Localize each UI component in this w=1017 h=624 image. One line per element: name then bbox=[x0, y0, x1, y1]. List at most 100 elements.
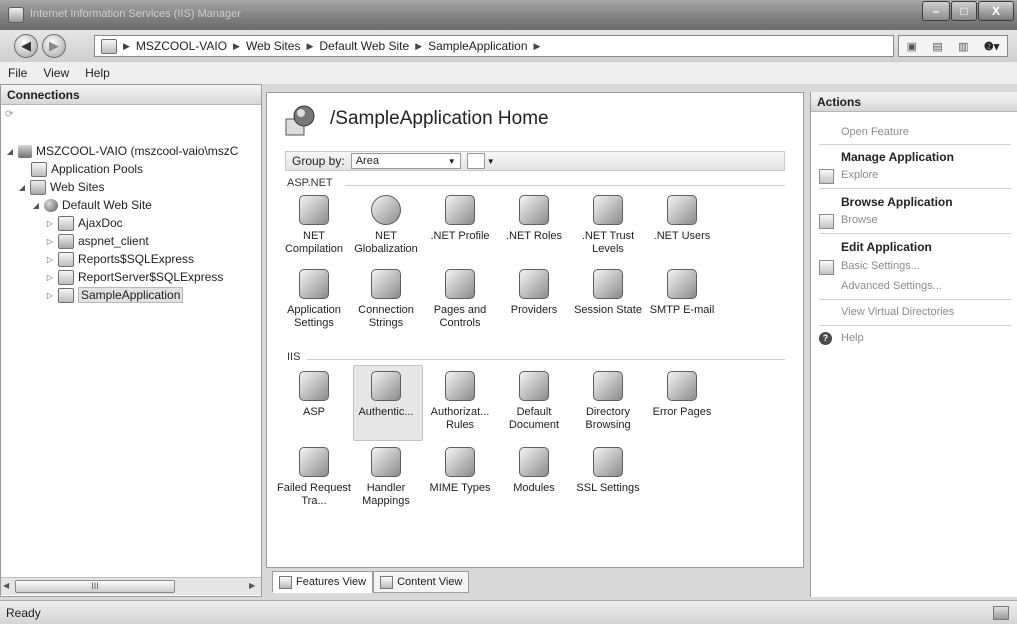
menu-help[interactable]: Help bbox=[85, 66, 110, 80]
connect-icon[interactable]: ⟳ bbox=[5, 109, 19, 121]
menu-view[interactable]: View bbox=[43, 66, 69, 80]
tree-item-ajaxdoc[interactable]: ▷ AjaxDoc bbox=[45, 215, 123, 231]
globe-icon bbox=[44, 198, 58, 212]
feature-net-globalization[interactable]: NET Globalization bbox=[349, 195, 423, 256]
collapse-icon[interactable]: ◢ bbox=[31, 201, 41, 210]
tree-item-aspnet-client[interactable]: ▷ aspnet_client bbox=[45, 233, 149, 249]
action-advanced-settings[interactable]: Advanced Settings... bbox=[841, 280, 942, 292]
tree-item-reportserver[interactable]: ▷ ReportServer$SQLExpress bbox=[45, 269, 223, 285]
forward-button[interactable]: ▶ bbox=[42, 34, 66, 58]
app-pool-icon bbox=[31, 161, 47, 177]
tree-item-server[interactable]: ◢ MSZCOOL-VAIO (mszcool-vaio\mszC bbox=[5, 143, 239, 159]
address-bar[interactable]: ▶ MSZCOOL-VAIO ▶ Web Sites ▶ Default Web… bbox=[94, 35, 894, 57]
scroll-right-icon[interactable]: ▶ bbox=[249, 581, 255, 590]
feature-modules[interactable]: Modules bbox=[497, 447, 571, 495]
menu-file[interactable]: File bbox=[8, 66, 27, 80]
feature-label: .NET Users bbox=[653, 230, 711, 242]
close-button[interactable]: X bbox=[978, 1, 1014, 21]
minimize-button[interactable]: – bbox=[922, 1, 950, 21]
breadcrumb-web-sites[interactable]: Web Sites bbox=[246, 39, 300, 53]
expand-icon[interactable]: ▷ bbox=[45, 273, 55, 282]
feature-application-settings[interactable]: Application Settings bbox=[277, 269, 351, 330]
tree-item-reports[interactable]: ▷ Reports$SQLExpress bbox=[45, 251, 194, 267]
action-view-virtual-directories[interactable]: View Virtual Directories bbox=[841, 306, 954, 318]
browse-icon bbox=[819, 214, 834, 229]
chevron-down-icon[interactable]: ▼ bbox=[487, 157, 495, 166]
network-icon[interactable]: ▣ bbox=[907, 40, 917, 53]
expand-icon[interactable]: ▷ bbox=[45, 237, 55, 246]
feature-directory-browsing[interactable]: Directory Browsing bbox=[571, 371, 645, 432]
feature-net-users[interactable]: .NET Users bbox=[645, 195, 719, 243]
horizontal-scrollbar[interactable]: ◀ III ▶ bbox=[1, 577, 261, 595]
breadcrumb-sample-application[interactable]: SampleApplication bbox=[428, 39, 527, 53]
chevron-right-icon: ▶ bbox=[233, 40, 240, 51]
tab-content-view[interactable]: Content View bbox=[373, 571, 470, 593]
manage-application-header: Manage Application bbox=[841, 150, 954, 164]
toolbar-icons: ▣ ▤ ▥ ❷▾ bbox=[898, 35, 1008, 57]
feature-pages-and-controls[interactable]: Pages and Controls bbox=[423, 269, 497, 330]
feature-mime-types[interactable]: MIME Types bbox=[423, 447, 497, 495]
help-icon: ? bbox=[819, 332, 832, 345]
collapse-icon[interactable]: ◢ bbox=[5, 147, 15, 156]
feature-default-document[interactable]: Default Document bbox=[497, 371, 571, 432]
profile-icon bbox=[445, 195, 475, 225]
feature-asp[interactable]: ASP bbox=[277, 371, 351, 419]
tree-item-web-sites[interactable]: ◢ Web Sites bbox=[17, 179, 104, 195]
feature-error-pages[interactable]: Error Pages bbox=[645, 371, 719, 419]
view-mode-icon[interactable] bbox=[466, 153, 485, 169]
feature-connection-strings[interactable]: Connection Strings bbox=[349, 269, 423, 330]
expand-icon[interactable]: ▷ bbox=[45, 255, 55, 264]
action-open-feature[interactable]: Open Feature bbox=[841, 126, 909, 138]
group-by-select[interactable]: Area ▼ bbox=[350, 153, 461, 169]
features-panel: /SampleApplication Home Group by: Area ▼… bbox=[266, 92, 804, 568]
explore-icon bbox=[819, 169, 834, 184]
handler-icon bbox=[371, 447, 401, 477]
feature-failed-request-tracing[interactable]: Failed Request Tra... bbox=[277, 447, 351, 508]
feature-providers[interactable]: Providers bbox=[497, 269, 571, 317]
feature-smtp-email[interactable]: SMTP E-mail bbox=[645, 269, 719, 317]
feature-net-roles[interactable]: .NET Roles bbox=[497, 195, 571, 243]
maximize-button[interactable]: □ bbox=[951, 1, 977, 21]
settings-list-icon bbox=[299, 269, 329, 299]
feature-ssl-settings[interactable]: SSL Settings bbox=[571, 447, 645, 495]
home-icon[interactable]: ▥ bbox=[958, 40, 968, 53]
expand-icon[interactable]: ▷ bbox=[45, 291, 55, 300]
modules-icon bbox=[519, 447, 549, 477]
back-button[interactable]: ◀ bbox=[14, 34, 38, 58]
action-help[interactable]: ? Help bbox=[819, 332, 864, 345]
feature-handler-mappings[interactable]: Handler Mappings bbox=[349, 447, 423, 508]
action-browse[interactable]: Browse bbox=[819, 214, 878, 229]
providers-icon bbox=[519, 269, 549, 299]
action-explore[interactable]: Explore bbox=[819, 169, 878, 184]
feature-authentication[interactable]: Authentic... bbox=[349, 365, 423, 441]
scroll-thumb[interactable]: III bbox=[15, 580, 175, 593]
menu-bar: File View Help bbox=[0, 62, 1017, 84]
globe-icon bbox=[371, 195, 401, 225]
feature-net-trust-levels[interactable]: .NET Trust Levels bbox=[571, 195, 645, 256]
directory-browsing-icon bbox=[593, 371, 623, 401]
tab-features-view[interactable]: Features View bbox=[272, 571, 374, 593]
stop-icon[interactable]: ▤ bbox=[932, 40, 942, 53]
scroll-left-icon[interactable]: ◀ bbox=[3, 581, 9, 590]
server-icon bbox=[18, 144, 32, 158]
feature-label: Connection Strings bbox=[358, 304, 414, 329]
feature-net-profile[interactable]: .NET Profile bbox=[423, 195, 497, 243]
connections-panel: Connections ⟳ ◢ MSZCOOL-VAIO (mszcool-vai… bbox=[0, 84, 262, 597]
compilation-icon bbox=[299, 195, 329, 225]
collapse-icon[interactable]: ◢ bbox=[17, 183, 27, 192]
action-label: Help bbox=[841, 332, 864, 344]
breadcrumb-server[interactable]: MSZCOOL-VAIO bbox=[136, 39, 227, 53]
feature-session-state[interactable]: Session State bbox=[571, 269, 645, 317]
feature-label: ASP bbox=[302, 406, 325, 418]
tree-item-sampleapplication[interactable]: ▷ SampleApplication bbox=[45, 287, 184, 303]
help-icon[interactable]: ❷▾ bbox=[984, 40, 999, 53]
tree-item-default-web-site[interactable]: ◢ Default Web Site bbox=[31, 197, 152, 213]
divider bbox=[819, 144, 1011, 145]
tree-item-application-pools[interactable]: Application Pools bbox=[31, 161, 143, 177]
expand-icon[interactable]: ▷ bbox=[45, 219, 55, 228]
feature-authorization-rules[interactable]: Authorizat... Rules bbox=[423, 371, 497, 432]
tree-item-label-selected: SampleApplication bbox=[78, 287, 184, 303]
action-basic-settings[interactable]: Basic Settings... bbox=[819, 260, 920, 275]
feature-net-compilation[interactable]: NET Compilation bbox=[277, 195, 351, 256]
breadcrumb-default-web-site[interactable]: Default Web Site bbox=[319, 39, 409, 53]
